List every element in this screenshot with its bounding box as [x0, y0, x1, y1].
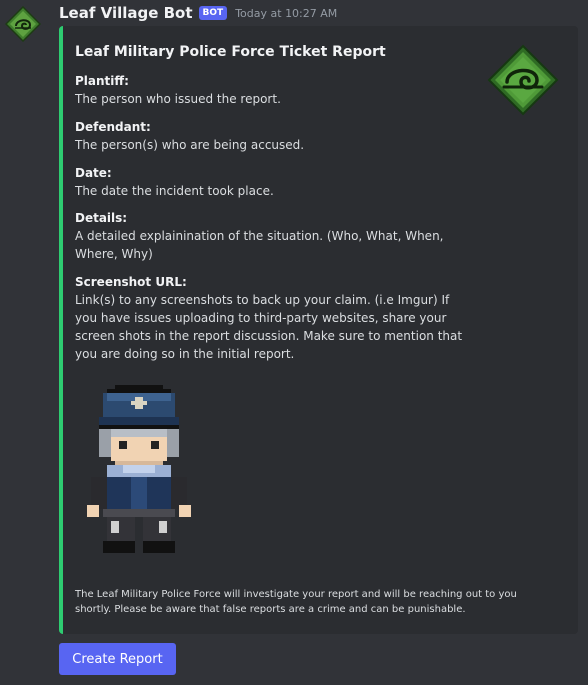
field-value: A detailed explainination of the situati… [75, 229, 444, 261]
field-name: Screenshot URL: [75, 275, 187, 289]
field-name: Details: [75, 211, 128, 225]
author-name[interactable]: Leaf Village Bot [59, 4, 193, 22]
field-value: The person who issued the report. [75, 92, 281, 106]
leaf-village-diamond-emblem-icon[interactable] [487, 44, 559, 116]
field-value: The date the incident took place. [75, 184, 274, 198]
create-report-button[interactable]: Create Report [59, 643, 176, 675]
report-embed: Leaf Military Police Force Ticket Report… [59, 26, 578, 634]
field-defendant: Defendant: The person(s) who are being a… [75, 118, 475, 154]
field-name: Date: [75, 166, 112, 180]
field-name: Plantiff: [75, 74, 129, 88]
embed-title: Leaf Military Police Force Ticket Report [75, 44, 386, 60]
leaf-village-symbol-icon [4, 5, 42, 43]
field-screenshot-url: Screenshot URL: Link(s) to any screensho… [75, 273, 475, 363]
field-value: The person(s) who are being accused. [75, 138, 305, 152]
field-plaintiff: Plantiff: The person who issued the repo… [75, 72, 475, 108]
field-value: Link(s) to any screenshots to back up yo… [75, 293, 463, 361]
message-header: Leaf Village Bot BOT Today at 10:27 AM [59, 4, 337, 22]
field-date: Date: The date the incident took place. [75, 164, 475, 200]
message-timestamp: Today at 10:27 AM [235, 6, 338, 20]
field-name: Defendant: [75, 120, 151, 134]
field-details: Details: A detailed explainination of th… [75, 209, 475, 263]
embed-footer: The Leaf Military Police Force will inve… [75, 589, 517, 615]
military-police-sprite-icon[interactable] [79, 381, 199, 557]
bot-badge: BOT [198, 6, 228, 20]
bot-avatar[interactable] [4, 5, 42, 43]
